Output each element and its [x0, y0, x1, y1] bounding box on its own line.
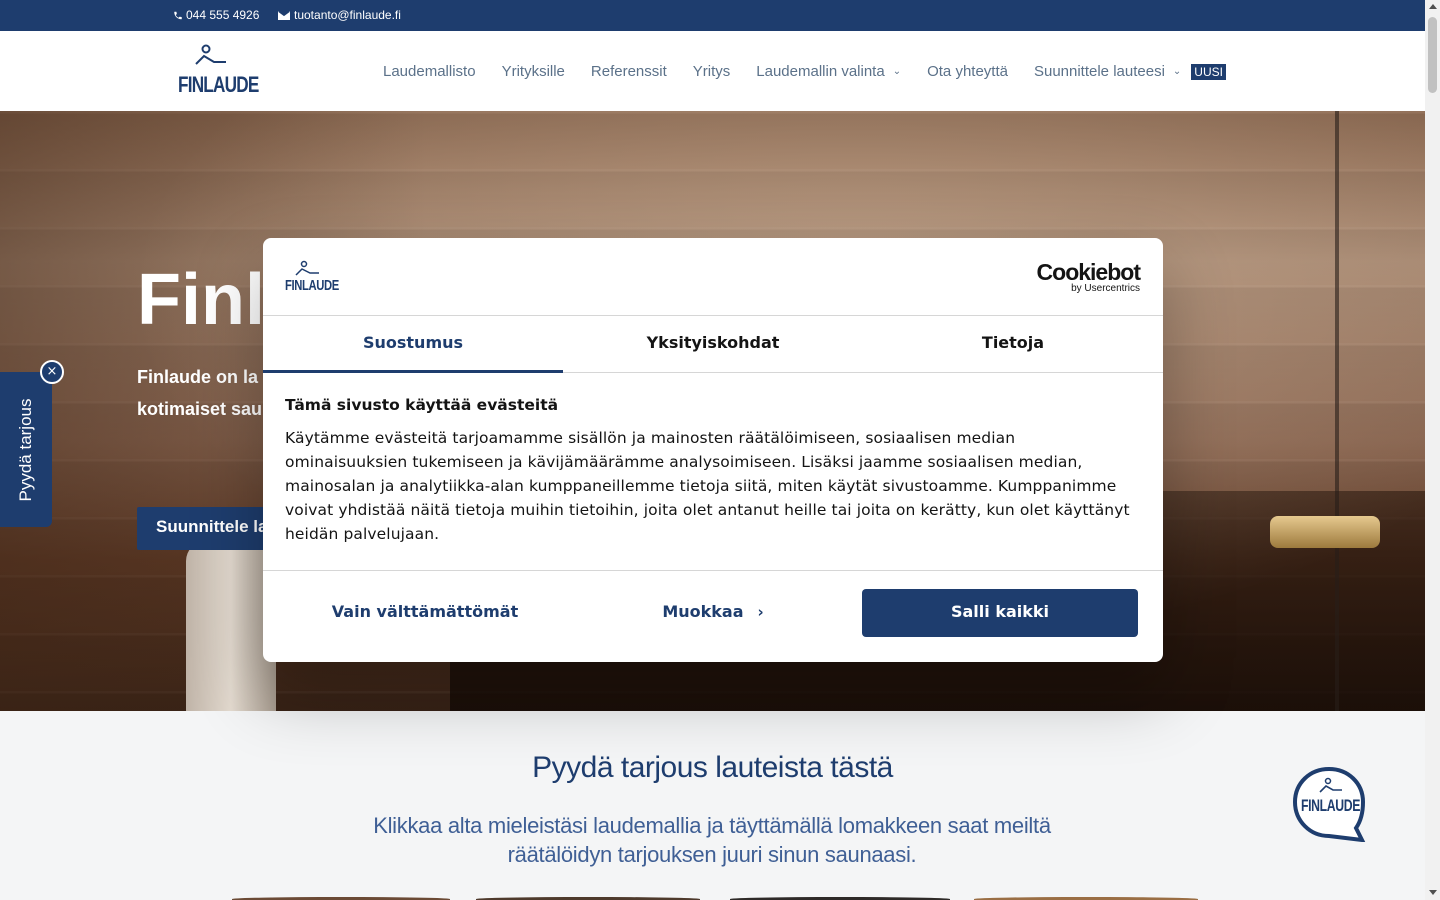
close-icon[interactable]: × — [40, 360, 64, 384]
scroll-up-icon[interactable] — [1429, 4, 1437, 9]
cookiebot-brand: Cookiebot — [1036, 259, 1141, 285]
request-quote-side-tab[interactable]: Pyydä tarjous — [0, 372, 52, 527]
site-header: FINLAUDE Laudemallisto Yrityksille Refer… — [0, 31, 1425, 111]
tab-yksityiskohdat[interactable]: Yksityiskohdat — [563, 316, 863, 373]
hero-title: Finl — [137, 260, 265, 340]
dialog-body: Tämä sivusto käyttää evästeitä Käytämme … — [285, 396, 1141, 546]
scroll-down-icon[interactable] — [1429, 890, 1437, 895]
dialog-tabs: Suostumus Yksityiskohdat Tietoja — [263, 316, 1163, 373]
quote-section: Pyydä tarjous lauteista tästä Klikkaa al… — [0, 711, 1425, 900]
nav-label[interactable]: Referenssit — [591, 63, 667, 80]
logo-figure-icon — [295, 260, 319, 276]
tab-tietoja[interactable]: Tietoja — [863, 316, 1163, 373]
phone-icon — [174, 11, 182, 19]
cookiebot-byline: by Usercentrics — [1071, 283, 1140, 294]
phone-number[interactable]: 044 555 4926 — [186, 8, 259, 22]
top-contact-bar: 044 555 4926 tuotanto@finlaude.fi — [0, 0, 1425, 31]
nav-item-yrityksille[interactable]: Yrityksille — [502, 63, 565, 80]
chevron-right-icon: › — [757, 603, 764, 621]
main-nav: Laudemallisto Yrityksille Referenssit Yr… — [383, 63, 1252, 80]
customize-label[interactable]: Muokkaa — [662, 602, 743, 621]
dialog-header: FINLAUDE Cookiebot by Usercentrics — [263, 238, 1163, 316]
email-link[interactable]: tuotanto@finlaude.fi — [278, 8, 401, 22]
chat-widget-button[interactable]: FINLAUDE — [1292, 766, 1366, 843]
chevron-down-icon: ⌄ — [1172, 66, 1182, 77]
dialog-logo: FINLAUDE — [285, 260, 339, 296]
section-heading: Pyydä tarjous lauteista tästä — [532, 751, 893, 784]
site-logo[interactable]: FINLAUDE — [178, 44, 259, 97]
mail-icon — [278, 10, 290, 20]
customize-button[interactable]: Muokkaa › — [575, 589, 851, 637]
cookie-consent-dialog: FINLAUDE Cookiebot by Usercentrics Suost… — [263, 238, 1163, 662]
tab-suostumus[interactable]: Suostumus — [263, 316, 563, 373]
page-scrollbar[interactable] — [1425, 0, 1440, 900]
nav-label[interactable]: Suunnittele lauteesi — [1034, 63, 1165, 80]
necessary-only-button[interactable]: Vain välttämättömät — [287, 589, 563, 637]
hero-door-handle-image — [1270, 516, 1380, 548]
chat-widget-logo-text: FINLAUDE — [1301, 796, 1361, 815]
dialog-heading: Tämä sivusto käyttää evästeitä — [285, 396, 559, 414]
nav-label[interactable]: Yritys — [693, 63, 731, 80]
allow-all-button[interactable]: Salli kaikki — [862, 589, 1138, 637]
cookiebot-logo[interactable]: Cookiebot by Usercentrics — [1036, 259, 1141, 294]
scrollbar-thumb[interactable] — [1428, 17, 1437, 93]
email-address[interactable]: tuotanto@finlaude.fi — [294, 8, 401, 22]
section-intro: Klikkaa alta mieleistäsi laudemallia ja … — [373, 813, 1051, 867]
logo-figure-icon — [195, 44, 226, 65]
chevron-down-icon: ⌄ — [892, 66, 902, 77]
nav-item-referenssit[interactable]: Referenssit — [591, 63, 667, 80]
dialog-text: Käytämme evästeitä tarjoamamme sisällön … — [285, 429, 1130, 543]
logo-wordmark: FINLAUDE — [178, 72, 259, 97]
side-tab-label[interactable]: Pyydä tarjous — [16, 399, 36, 502]
nav-label[interactable]: Laudemallin valinta — [756, 63, 884, 80]
nav-item-suunnittele-lauteesi[interactable]: Suunnittele lauteesi ⌄ UUSI — [1034, 63, 1226, 80]
dialog-footer: Vain välttämättömät Muokkaa › Salli kaikk… — [263, 570, 1163, 662]
nav-label[interactable]: Ota yhteyttä — [927, 63, 1008, 80]
nav-item-yritys[interactable]: Yritys — [693, 63, 731, 80]
phone-link[interactable]: 044 555 4926 — [173, 8, 259, 22]
nav-label[interactable]: Laudemallisto — [383, 63, 476, 80]
nav-label[interactable]: Yrityksille — [502, 63, 565, 80]
hero-glass-door-frame — [1335, 111, 1365, 711]
nav-item-laudemallin-valinta[interactable]: Laudemallin valinta ⌄ — [756, 63, 901, 80]
nav-item-ota-yhteytta[interactable]: Ota yhteyttä — [927, 63, 1008, 80]
nav-item-laudemallisto[interactable]: Laudemallisto — [383, 63, 476, 80]
new-badge: UUSI — [1191, 63, 1226, 80]
dialog-logo-wordmark: FINLAUDE — [285, 277, 339, 294]
